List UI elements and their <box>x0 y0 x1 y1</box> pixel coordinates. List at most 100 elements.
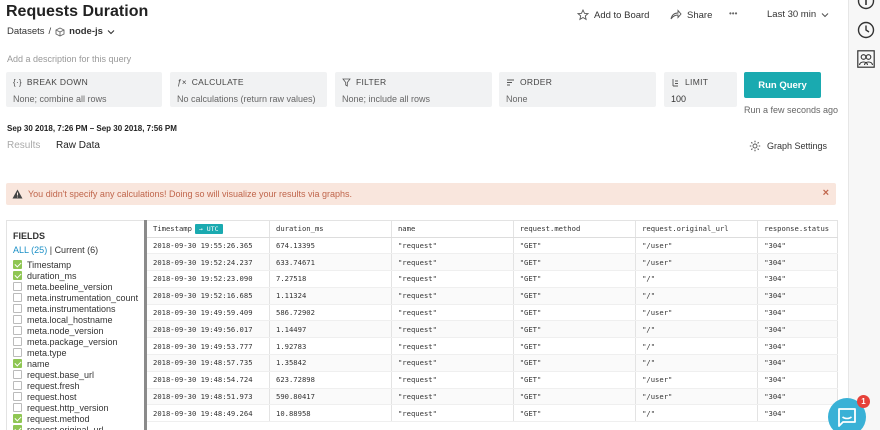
field-item[interactable]: meta.type <box>13 347 67 358</box>
field-checkbox[interactable] <box>13 304 22 313</box>
column-header[interactable]: Timestamp → UTC <box>147 221 270 238</box>
field-label: meta.package_version <box>27 336 118 347</box>
table-row[interactable]: 2018-09-30 19:49:53.777 1.92783 "request" "… <box>147 337 838 356</box>
info-icon[interactable] <box>857 0 875 10</box>
breakdown-box[interactable]: {·} BREAK DOWN None; combine all rows <box>6 72 162 107</box>
calculate-box[interactable]: ƒ× CALCULATE No calculations (return raw … <box>170 72 327 107</box>
fields-current-link[interactable]: Current (6) <box>55 245 99 255</box>
column-header-label: request.original_url <box>642 224 729 234</box>
table-row[interactable]: 2018-09-30 19:48:49.264 10.88958 "request"… <box>147 404 838 423</box>
field-item[interactable]: request.http_version <box>13 402 109 413</box>
limit-box[interactable]: LIMIT 100 <box>664 72 737 107</box>
column-header[interactable]: request.original_url <box>635 221 759 238</box>
field-checkbox[interactable] <box>13 271 22 280</box>
field-checkbox[interactable] <box>13 403 22 412</box>
field-item[interactable]: meta.instrumentation_count <box>13 292 138 303</box>
field-item[interactable]: meta.package_version <box>13 336 118 347</box>
field-checkbox[interactable] <box>13 414 22 423</box>
team-users-icon[interactable] <box>857 50 875 68</box>
table-cell: "GET" <box>513 354 637 372</box>
breakdown-icon: {·} <box>13 77 22 87</box>
table-row[interactable]: 2018-09-30 19:52:23.090 7.27518 "request" "… <box>147 270 838 288</box>
graph-settings-button[interactable]: Graph Settings <box>749 140 827 152</box>
column-header[interactable]: request.method <box>513 221 637 238</box>
run-query-button[interactable]: Run Query <box>744 72 821 98</box>
field-item[interactable]: meta.local_hostname <box>13 314 113 325</box>
field-checkbox[interactable] <box>13 326 22 335</box>
table-cell: "304" <box>757 354 838 372</box>
column-header[interactable]: duration_ms <box>269 221 392 238</box>
field-checkbox[interactable] <box>13 260 22 269</box>
table-row[interactable]: 2018-09-30 19:52:16.685 1.11324 "request" "… <box>147 287 838 305</box>
field-checkbox[interactable] <box>13 425 22 430</box>
table-cell: "request" <box>391 354 514 372</box>
table-row[interactable]: 2018-09-30 19:48:54.724 623.72898 "request… <box>147 371 838 389</box>
field-item[interactable]: request.fresh <box>13 380 80 391</box>
table-cell: 2018-09-30 19:49:53.777 <box>147 337 270 356</box>
chevron-down-icon <box>821 12 829 17</box>
table-cell: "request" <box>391 388 514 406</box>
field-checkbox[interactable] <box>13 293 22 302</box>
field-checkbox[interactable] <box>13 359 22 368</box>
table-cell: "/" <box>635 337 759 356</box>
field-label: Timestamp <box>27 259 72 270</box>
field-item[interactable]: request.method <box>13 413 90 424</box>
filter-box[interactable]: FILTER None; include all rows <box>335 72 492 107</box>
field-item[interactable]: request.original_url <box>13 424 104 430</box>
table-cell: 586.72902 <box>269 304 392 322</box>
table-cell: "304" <box>757 404 838 423</box>
tab-raw-data[interactable]: Raw Data <box>56 140 100 151</box>
share-button[interactable]: Share <box>670 9 712 21</box>
table-cell: "/" <box>635 404 759 423</box>
table-cell: "GET" <box>513 388 637 406</box>
field-item[interactable]: meta.instrumentations <box>13 303 116 314</box>
table-row[interactable]: 2018-09-30 19:48:57.735 1.35842 "request" "… <box>147 354 838 372</box>
table-header-row: Timestamp → UTC duration_ms name request.met… <box>147 221 838 238</box>
table-cell: "304" <box>757 320 838 339</box>
field-item[interactable]: Timestamp <box>13 259 71 270</box>
utc-toggle-badge[interactable]: → UTC <box>194 223 223 234</box>
fields-all-link[interactable]: ALL (25) <box>13 245 47 255</box>
dataset-name[interactable]: node-js <box>69 26 103 37</box>
function-icon: ƒ× <box>177 77 187 87</box>
history-clock-icon[interactable] <box>857 21 875 39</box>
tab-results[interactable]: Results <box>7 140 40 151</box>
column-header-label: duration_ms <box>276 224 324 234</box>
close-warning-button[interactable]: × <box>823 187 829 199</box>
table-row[interactable]: 2018-09-30 19:48:51.973 590.80417 "request… <box>147 388 838 406</box>
table-cell: 1.14497 <box>269 320 392 339</box>
column-header[interactable]: response.status <box>757 221 838 238</box>
field-checkbox[interactable] <box>13 315 22 324</box>
field-checkbox[interactable] <box>13 348 22 357</box>
table-row[interactable]: 2018-09-30 19:49:56.017 1.14497 "request" "… <box>147 320 838 339</box>
table-cell: "request" <box>391 304 514 322</box>
time-range-select[interactable]: Last 30 min <box>767 9 829 20</box>
field-checkbox[interactable] <box>13 282 22 291</box>
table-row[interactable]: 2018-09-30 19:55:26.365 674.13395 "request… <box>147 237 838 255</box>
add-to-board-button[interactable]: Add to Board <box>577 9 649 21</box>
table-cell: "304" <box>757 287 838 305</box>
breadcrumb-datasets[interactable]: Datasets <box>7 26 45 37</box>
chevron-down-icon[interactable] <box>107 28 115 36</box>
more-menu-button[interactable]: ••• <box>729 9 737 18</box>
field-checkbox[interactable] <box>13 337 22 346</box>
field-item[interactable]: name <box>13 358 50 369</box>
field-checkbox[interactable] <box>13 392 22 401</box>
order-box[interactable]: ORDER None <box>499 72 656 107</box>
field-checkbox[interactable] <box>13 381 22 390</box>
field-item[interactable]: request.base_url <box>13 369 94 380</box>
warning-triangle-icon <box>12 189 23 199</box>
table-cell: "/" <box>635 354 759 372</box>
table-row[interactable]: 2018-09-30 19:52:24.237 633.74671 "request… <box>147 253 838 272</box>
table-cell: "GET" <box>513 304 637 322</box>
description-input[interactable]: Add a description for this query <box>7 54 131 64</box>
table-row[interactable]: 2018-09-30 19:49:59.409 586.72902 "request… <box>147 304 838 322</box>
field-item[interactable]: meta.beeline_version <box>13 281 113 292</box>
field-checkbox[interactable] <box>13 370 22 379</box>
table-cell: "request" <box>391 337 514 356</box>
column-header[interactable]: name <box>391 221 514 238</box>
field-item[interactable]: duration_ms <box>13 270 77 281</box>
field-item[interactable]: request.host <box>13 391 77 402</box>
field-label: request.host <box>27 391 77 402</box>
field-item[interactable]: meta.node_version <box>13 325 104 336</box>
